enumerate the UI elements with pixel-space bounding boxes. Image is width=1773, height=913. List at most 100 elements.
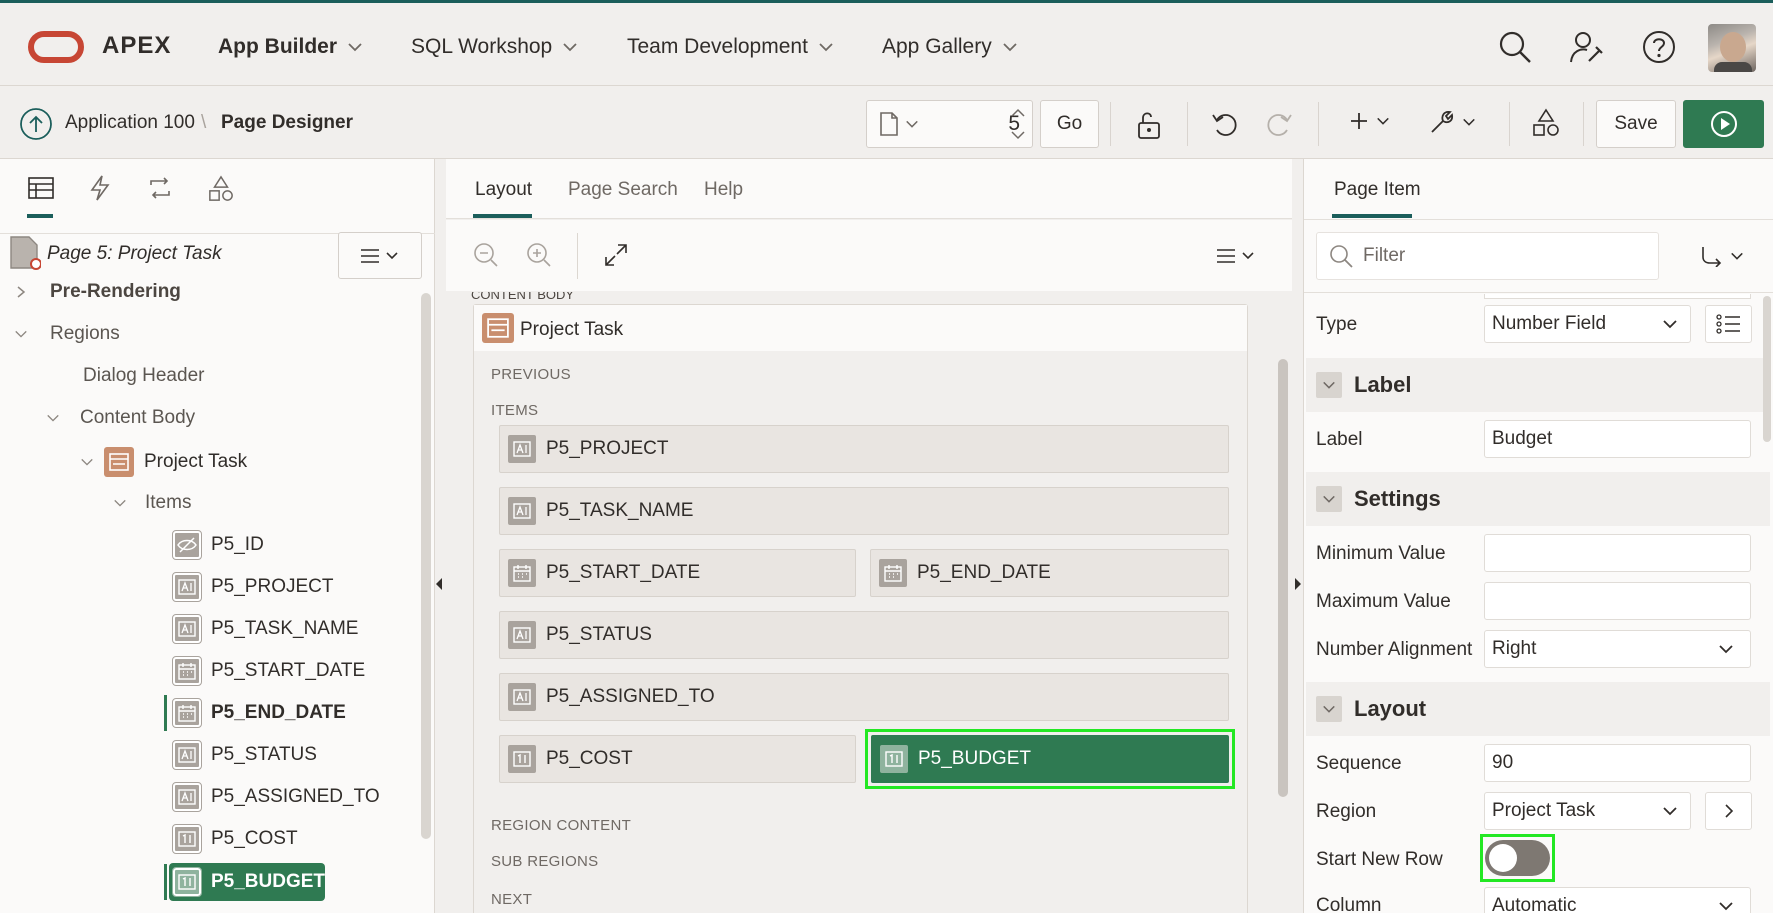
arrow-up-circle-icon[interactable] (20, 108, 52, 140)
menu-app-builder[interactable]: App Builder (218, 35, 363, 59)
page-icon (880, 112, 898, 136)
undo-icon[interactable] (1211, 110, 1239, 138)
collapse-left-pane-icon[interactable] (434, 577, 444, 591)
label-input[interactable]: Budget (1484, 420, 1751, 458)
processing-icon[interactable] (147, 175, 173, 201)
start-new-row-toggle[interactable] (1485, 840, 1550, 876)
menu-label: App Builder (218, 35, 337, 58)
tree-node-project-task-region[interactable]: Project Task (80, 447, 247, 477)
tree-label: P5_COST (211, 828, 298, 849)
layout-item-p5-end-date[interactable]: P5_END_DATE (870, 549, 1229, 597)
run-page-button[interactable] (1683, 100, 1764, 148)
tree-item-p5-id[interactable]: P5_ID (172, 530, 264, 560)
zoom-out-icon[interactable] (473, 242, 499, 268)
layout-item-p5-budget-selected[interactable]: P5_BUDGET (871, 735, 1229, 783)
previous-field-edge (1484, 294, 1751, 299)
page-type-dropdown[interactable] (879, 112, 919, 136)
save-button[interactable]: Save (1596, 100, 1676, 148)
tree-label: P5_BUDGET (210, 871, 325, 892)
layout-item-p5-status[interactable]: P5_STATUS (499, 611, 1229, 659)
menu-sql-workshop[interactable]: SQL Workshop (411, 35, 578, 59)
menu-team-development[interactable]: Team Development (627, 35, 834, 59)
layout-scrollbar[interactable] (1278, 359, 1288, 797)
group-label[interactable]: Label (1306, 358, 1770, 412)
tree-item-p5-start-date[interactable]: P5_START_DATE (172, 656, 365, 686)
group-settings[interactable]: Settings (1306, 472, 1770, 526)
layout-item-p5-project[interactable]: P5_PROJECT (499, 425, 1229, 473)
chevron-down-icon (15, 330, 27, 338)
collapse-right-pane-icon[interactable] (1293, 577, 1303, 591)
shared-components-icon[interactable] (1532, 108, 1560, 138)
type-select[interactable]: Number Field (1484, 305, 1691, 343)
layout-item-p5-cost[interactable]: P5_COST (499, 735, 856, 783)
tab-page-item[interactable]: Page Item (1334, 179, 1421, 201)
apex-brand[interactable]: APEX (102, 32, 171, 60)
region-goto-button[interactable] (1705, 792, 1752, 830)
maximum-value-input[interactable] (1484, 582, 1751, 620)
page-title[interactable]: Page 5: Project Task (47, 243, 222, 265)
rendering-tab-icon[interactable] (28, 177, 54, 199)
user-avatar[interactable] (1708, 24, 1756, 72)
tab-layout[interactable]: Layout (475, 179, 532, 201)
property-filter-input[interactable]: Filter (1316, 232, 1659, 280)
top-navigation-bar: APEX App Builder SQL Workshop Team Devel… (0, 0, 1773, 86)
tree-item-p5-end-date[interactable]: P5_END_DATE (172, 698, 346, 728)
utilities-menu-button[interactable] (1428, 108, 1476, 136)
item-label: P5_START_DATE (546, 562, 701, 583)
minimum-value-input[interactable] (1484, 534, 1751, 572)
calendar-icon (508, 559, 536, 587)
layout-item-p5-task-name[interactable]: P5_TASK_NAME (499, 487, 1229, 535)
tree-item-p5-cost[interactable]: P5_COST (172, 824, 298, 854)
layout-menu-icon[interactable] (1215, 247, 1257, 265)
user-settings-icon[interactable] (1569, 29, 1605, 65)
type-label: Type (1316, 314, 1358, 335)
chevron-down-icon (1719, 645, 1733, 654)
tree-item-p5-assigned-to[interactable]: P5_ASSIGNED_TO (172, 782, 380, 812)
sequence-input[interactable]: 90 (1484, 744, 1751, 782)
number-alignment-select[interactable]: Right (1484, 630, 1751, 668)
property-scrollbar[interactable] (1763, 296, 1771, 442)
region-position-label: CONTENT BODY (471, 292, 575, 302)
menu-label: SQL Workshop (411, 35, 553, 58)
breadcrumb-application[interactable]: Application 100 (65, 112, 195, 134)
plus-icon (1351, 113, 1367, 129)
lightning-icon[interactable] (89, 175, 111, 201)
tree-item-p5-project[interactable]: P5_PROJECT (172, 572, 333, 602)
tree-node-content-body[interactable]: Content Body (46, 407, 195, 429)
tree-node-items[interactable]: Items (113, 492, 191, 514)
tree-label: Regions (50, 323, 120, 344)
tree-node-dialog-header[interactable]: Dialog Header (83, 365, 204, 387)
column-select[interactable]: Automatic (1484, 887, 1751, 913)
type-list-button[interactable] (1705, 305, 1752, 343)
go-to-group-button[interactable] (1700, 245, 1744, 267)
menu-app-gallery[interactable]: App Gallery (882, 35, 1018, 59)
tree-item-p5-task-name[interactable]: P5_TASK_NAME (172, 614, 358, 644)
tree-item-p5-budget-selected[interactable]: P5_BUDGET (169, 863, 325, 901)
tab-page-search[interactable]: Page Search (568, 179, 678, 201)
tree-item-p5-status[interactable]: P5_STATUS (172, 740, 317, 770)
tree-node-regions[interactable]: Regions (14, 323, 120, 345)
hidden-item-icon (172, 530, 202, 560)
group-layout[interactable]: Layout (1306, 682, 1770, 736)
stepper-arrows-icon[interactable] (1003, 100, 1033, 148)
help-icon[interactable] (1641, 29, 1677, 65)
page-stepper[interactable] (1003, 100, 1033, 148)
tree-scrollbar[interactable] (421, 293, 431, 839)
search-icon[interactable] (1497, 29, 1533, 65)
expand-icon[interactable] (604, 243, 628, 267)
chevron-down-icon (47, 414, 59, 422)
unlock-icon[interactable] (1136, 110, 1162, 140)
position-region-content: REGION CONTENT (491, 817, 632, 834)
tree-options-menu-button[interactable] (338, 232, 422, 279)
layout-item-p5-assigned-to[interactable]: P5_ASSIGNED_TO (499, 673, 1229, 721)
oracle-logo[interactable] (28, 31, 84, 63)
tree-node-pre-rendering[interactable]: Pre-Rendering (16, 281, 181, 303)
region-select[interactable]: Project Task (1484, 792, 1691, 830)
tab-help[interactable]: Help (704, 179, 743, 201)
layout-item-p5-start-date[interactable]: P5_START_DATE (499, 549, 856, 597)
shared-components-icon[interactable] (208, 175, 234, 203)
create-menu-button[interactable] (1348, 110, 1390, 132)
go-button[interactable]: Go (1040, 100, 1099, 148)
redo-icon[interactable] (1265, 110, 1293, 138)
zoom-in-icon[interactable] (526, 242, 552, 268)
